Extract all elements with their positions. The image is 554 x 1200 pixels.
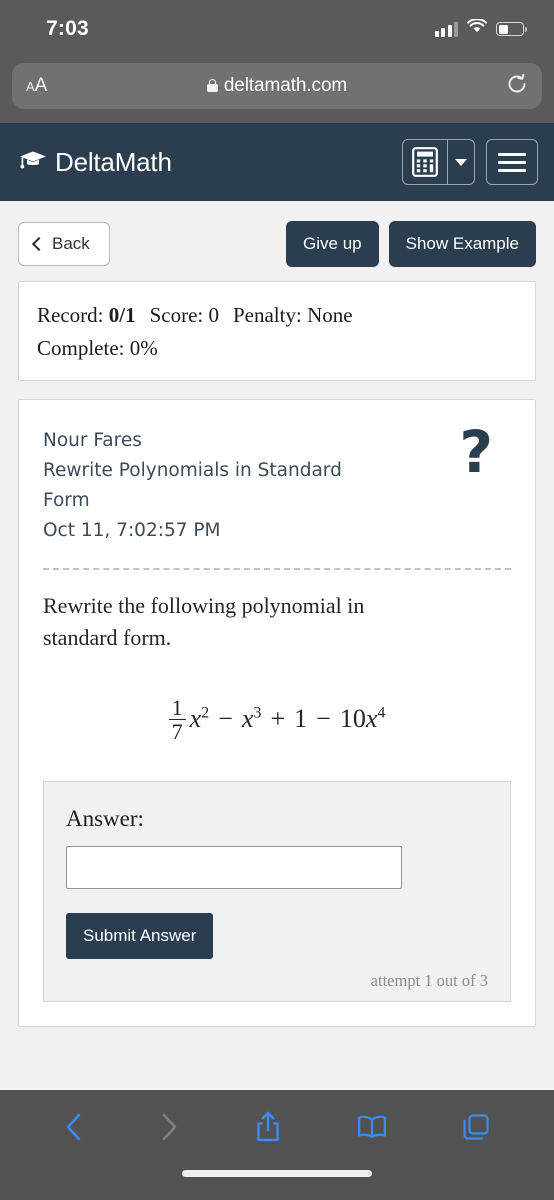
- penalty-value: None: [307, 303, 353, 327]
- fraction-denominator: 7: [168, 718, 186, 743]
- home-indicator: [182, 1170, 372, 1177]
- penalty-label: Penalty:: [232, 303, 302, 327]
- battery-icon: [496, 22, 527, 36]
- record-line-2: Complete: 0%: [37, 332, 517, 365]
- ios-status-bar: 7:03: [0, 0, 554, 58]
- wifi-icon: [466, 18, 488, 39]
- lock-icon: [206, 79, 218, 92]
- give-up-button[interactable]: Give up: [286, 221, 379, 267]
- math-expression: 1 7 x2 − x3 + 1 − 10x4: [43, 696, 511, 743]
- term-1: x2: [189, 704, 210, 734]
- score-label: Score:: [149, 303, 204, 327]
- toolbar-icons: [0, 1090, 554, 1164]
- back-button-label: Back: [52, 234, 90, 253]
- web-page-viewport: DeltaMath Back Give up Show Example Reco…: [0, 123, 554, 1090]
- calculator-button-group[interactable]: [402, 139, 475, 185]
- problem-header: Nour Fares Rewrite Polynomials in Standa…: [43, 423, 511, 546]
- safari-url-bar: AA deltamath.com: [0, 58, 554, 123]
- hamburger-menu-icon[interactable]: [486, 139, 538, 185]
- page-content: Back Give up Show Example Record: 0/1 Sco…: [0, 201, 554, 1090]
- complete-label: Complete:: [37, 335, 125, 360]
- problem-meta: Nour Fares Rewrite Polynomials in Standa…: [43, 426, 373, 546]
- text-size-small-a: A: [26, 79, 35, 94]
- status-time: 7:03: [46, 17, 89, 40]
- graduation-cap-icon: [18, 148, 48, 177]
- submit-answer-button[interactable]: Submit Answer: [66, 912, 214, 959]
- problem-card: Nour Fares Rewrite Polynomials in Standa…: [18, 399, 536, 1027]
- complete-value: 0%: [129, 335, 158, 360]
- section-divider: [43, 567, 511, 570]
- record-line-1: Record: 0/1 Score: 0 Penalty: None: [37, 299, 517, 332]
- score-value: 0: [208, 303, 219, 327]
- question-mark-icon[interactable]: ?: [459, 423, 493, 481]
- brand-name: DeltaMath: [55, 146, 172, 177]
- action-row: Back Give up Show Example: [18, 221, 536, 267]
- text-size-big-a: A: [34, 75, 48, 96]
- text-size-button[interactable]: AA: [26, 76, 47, 95]
- bookmarks-icon[interactable]: [357, 1114, 387, 1140]
- record-card: Record: 0/1 Score: 0 Penalty: None Complet…: [18, 281, 536, 382]
- back-button[interactable]: Back: [18, 222, 110, 266]
- term-3: 1: [294, 704, 308, 734]
- answer-panel: Answer: Submit Answer attempt 1 out of 3: [43, 780, 511, 1002]
- problem-prompt: Rewrite the following polynomial in stan…: [43, 592, 365, 650]
- chevron-left-icon: [31, 236, 47, 252]
- fraction-numerator: 1: [171, 694, 183, 720]
- record-label: Record:: [37, 303, 104, 327]
- safari-bottom-toolbar: [0, 1090, 554, 1200]
- operator-2: +: [270, 704, 286, 734]
- status-icon-group: [434, 18, 527, 39]
- operator-3: −: [316, 704, 331, 734]
- term-4: 10x4: [339, 704, 386, 734]
- attempt-counter: attempt 1 out of 3: [370, 970, 488, 990]
- url-field[interactable]: AA deltamath.com: [12, 62, 542, 109]
- problem-action-buttons: Give up Show Example: [286, 221, 536, 267]
- phone-screen: 7:03 AA deltamath.com DeltaMath Back Giv…: [0, 0, 554, 1200]
- back-icon[interactable]: [64, 1112, 84, 1142]
- brand-logo[interactable]: DeltaMath: [18, 147, 172, 178]
- answer-input[interactable]: [66, 845, 402, 889]
- assignment-title: Rewrite Polynomials in Standard Form: [43, 460, 342, 512]
- student-name: Nour Fares: [43, 430, 142, 452]
- tabs-icon[interactable]: [462, 1113, 490, 1141]
- term-2: x3: [241, 704, 262, 734]
- navbar-actions: [402, 139, 538, 185]
- operator-1: −: [218, 704, 233, 734]
- forward-icon: [159, 1112, 179, 1142]
- answer-label: Answer:: [66, 805, 144, 831]
- problem-timestamp: Oct 11, 7:02:57 PM: [43, 520, 221, 541]
- fraction-one-seventh: 1 7: [168, 694, 186, 743]
- url-display: deltamath.com: [12, 75, 542, 97]
- share-icon[interactable]: [255, 1111, 281, 1143]
- show-example-button[interactable]: Show Example: [388, 221, 536, 267]
- cellular-signal-icon: [434, 21, 458, 37]
- reload-icon[interactable]: [506, 73, 528, 99]
- url-text: deltamath.com: [223, 74, 348, 96]
- deltamath-navbar: DeltaMath: [0, 123, 554, 201]
- chevron-down-icon[interactable]: [448, 140, 474, 184]
- record-value: 0/1: [108, 303, 136, 327]
- calculator-icon[interactable]: [403, 140, 448, 184]
